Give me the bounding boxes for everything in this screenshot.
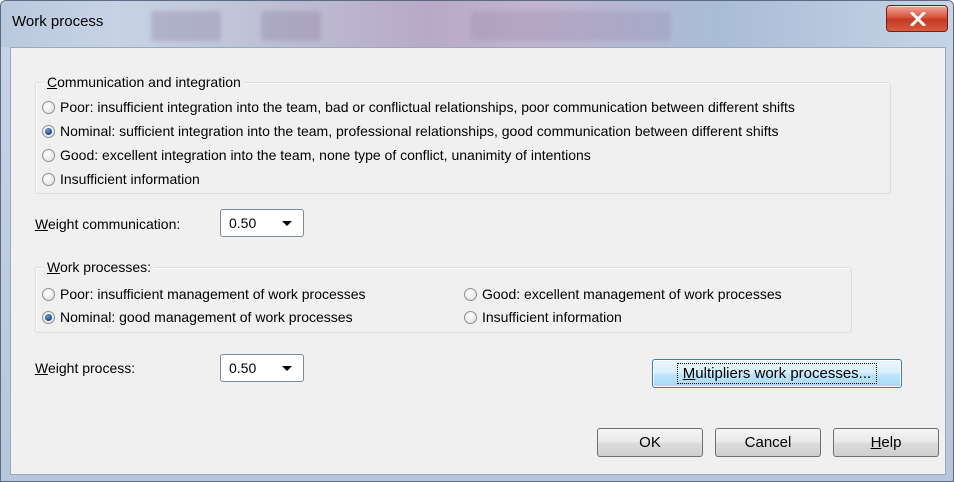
- radio-button[interactable]: [42, 100, 55, 114]
- close-x-icon: [910, 12, 926, 26]
- radio-button[interactable]: [42, 148, 55, 162]
- background-blur: [151, 11, 221, 41]
- radio-communication-insufficient[interactable]: Insufficient information: [42, 169, 200, 189]
- weight-communication-value: 0.50: [229, 215, 257, 231]
- radio-label: Insufficient information: [60, 171, 200, 187]
- background-blur: [261, 11, 321, 41]
- radio-communication-nominal[interactable]: Nominal: sufficient integration into the…: [42, 121, 779, 141]
- radio-label: Nominal: sufficient integration into the…: [60, 123, 779, 139]
- radio-label: Poor: insufficient management of work pr…: [60, 286, 366, 302]
- radio-label: Insufficient information: [482, 309, 622, 325]
- radio-button[interactable]: [42, 172, 55, 186]
- weight-process-value: 0.50: [229, 360, 257, 376]
- chevron-down-icon[interactable]: [282, 221, 292, 226]
- radio-button[interactable]: [464, 310, 477, 324]
- work-processes-group: Work processes: Poor: insufficient manag…: [35, 259, 852, 333]
- background-blur: [471, 11, 671, 41]
- communication-group: Communication and integration Poor: insu…: [35, 74, 891, 194]
- weight-process-select[interactable]: 0.50: [220, 354, 304, 382]
- window-title: Work process: [12, 13, 104, 30]
- radio-label: Good: excellent integration into the tea…: [60, 147, 591, 163]
- button-label: Cancel: [744, 434, 792, 451]
- work-processes-legend: Work processes:: [44, 259, 155, 275]
- radio-label: Nominal: good management of work process…: [60, 309, 353, 325]
- chevron-down-icon[interactable]: [282, 366, 292, 371]
- weight-process-label: Weight process:: [35, 360, 136, 376]
- multipliers-work-processes-button[interactable]: Multipliers work processes...: [652, 359, 902, 388]
- radio-communication-good[interactable]: Good: excellent integration into the tea…: [42, 145, 591, 165]
- radio-process-poor[interactable]: Poor: insufficient management of work pr…: [42, 284, 366, 304]
- radio-label: Good: excellent management of work proce…: [482, 286, 782, 302]
- title-bar[interactable]: Work process: [1, 1, 953, 47]
- button-label: OK: [639, 434, 661, 451]
- radio-button[interactable]: [42, 124, 55, 138]
- radio-button[interactable]: [42, 310, 55, 324]
- radio-button[interactable]: [42, 287, 55, 301]
- cancel-button[interactable]: Cancel: [715, 428, 821, 457]
- close-button[interactable]: [886, 5, 948, 32]
- radio-process-insufficient[interactable]: Insufficient information: [464, 307, 622, 327]
- radio-button[interactable]: [464, 287, 477, 301]
- work-process-dialog: Work process Communication and integrati…: [0, 0, 954, 482]
- button-label: Help: [870, 434, 902, 451]
- communication-legend: Communication and integration: [44, 74, 244, 90]
- radio-label: Poor: insufficient integration into the …: [60, 99, 795, 115]
- weight-communication-select[interactable]: 0.50: [220, 209, 304, 237]
- radio-process-good[interactable]: Good: excellent management of work proce…: [464, 284, 782, 304]
- radio-process-nominal[interactable]: Nominal: good management of work process…: [42, 307, 353, 327]
- button-label: Multipliers work processes...: [676, 363, 878, 384]
- ok-button[interactable]: OK: [597, 428, 703, 457]
- weight-communication-label: Weight communication:: [35, 216, 181, 232]
- radio-communication-poor[interactable]: Poor: insufficient integration into the …: [42, 97, 795, 117]
- help-button[interactable]: Help: [833, 428, 939, 457]
- dialog-body: Communication and integration Poor: insu…: [10, 47, 946, 475]
